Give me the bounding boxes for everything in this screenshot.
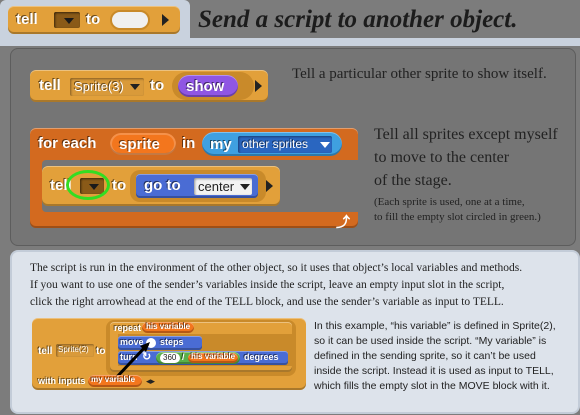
tell-label: tell	[39, 77, 61, 94]
his-variable-label: his variable	[146, 322, 191, 331]
go-to-option-value: center	[198, 179, 235, 194]
left-arrow-icon[interactable]: ◂▸	[146, 376, 155, 387]
my-label: my	[210, 136, 232, 153]
example2-small-1: (Each sprite is used, one at a time,	[374, 196, 525, 208]
right-arrow-icon[interactable]	[266, 180, 273, 192]
repeat-label: repeat	[114, 323, 142, 333]
example2-caption-3: of the stage.	[374, 172, 452, 189]
number-value: 360	[163, 353, 177, 362]
example3-caption-5: which fills the empty slot in the MOVE b…	[314, 380, 550, 392]
example3-caption-2: so it can be used inside the script. “My…	[314, 335, 547, 347]
tell-label-small: tell	[38, 346, 53, 357]
explain-line-3: click the right arrowhead at the end of …	[30, 296, 504, 308]
explain-line-1: The script is run in the environment of …	[30, 262, 523, 274]
highlight-circle	[66, 170, 110, 200]
example3-caption-4: inside the script. Instead it is used as…	[314, 365, 554, 377]
explain-line-2: If you want to use one of the sender’s v…	[30, 279, 505, 291]
target-sprite2-value: Sprite(2)	[58, 345, 89, 354]
right-arrow-icon[interactable]	[255, 80, 262, 92]
example3-caption-1: In this example, “his variable” is defin…	[314, 320, 556, 332]
in-label: in	[182, 135, 196, 152]
degrees-label: degrees	[244, 352, 279, 362]
header-tell-label: tell	[16, 11, 38, 28]
ring-icon[interactable]	[110, 10, 150, 30]
steps-label: steps	[160, 337, 184, 347]
dropdown-icon[interactable]	[64, 18, 74, 24]
with-inputs-label: with inputs	[38, 376, 86, 386]
show-label: show	[186, 78, 225, 95]
sprite-variable-label: sprite	[119, 136, 160, 153]
example1-caption: Tell a particular other sprite to show i…	[292, 66, 547, 82]
inner-to-label: to	[112, 177, 127, 194]
right-arrow-icon[interactable]	[162, 14, 169, 26]
dropdown-icon[interactable]	[130, 84, 140, 90]
his-variable-label-2: his variable	[191, 352, 236, 361]
to-label: to	[150, 77, 165, 94]
my-variable-label: my variable	[91, 375, 136, 384]
loop-arrow-icon: ⤴	[336, 214, 350, 230]
go-to-label: go to	[144, 177, 181, 194]
for-each-label: for each	[38, 135, 97, 152]
slash-label: /	[182, 352, 185, 362]
example2-small-2: to fill the empty slot circled in green.…	[374, 211, 541, 223]
dropdown-icon[interactable]	[320, 142, 330, 148]
example2-caption-1: Tell all sprites except myself	[374, 126, 558, 143]
header-banner	[0, 38, 580, 46]
target-sprite-value: Sprite(3)	[74, 79, 124, 94]
dropdown-icon[interactable]	[240, 184, 250, 190]
my-option-value: other sprites	[242, 137, 309, 151]
example3-caption-3: defined in the sending sprite, so it can…	[314, 350, 536, 362]
example2-caption-2: to move to the center	[374, 149, 510, 166]
header-to-label: to	[86, 11, 101, 28]
page-title: Send a script to another object.	[198, 6, 518, 33]
